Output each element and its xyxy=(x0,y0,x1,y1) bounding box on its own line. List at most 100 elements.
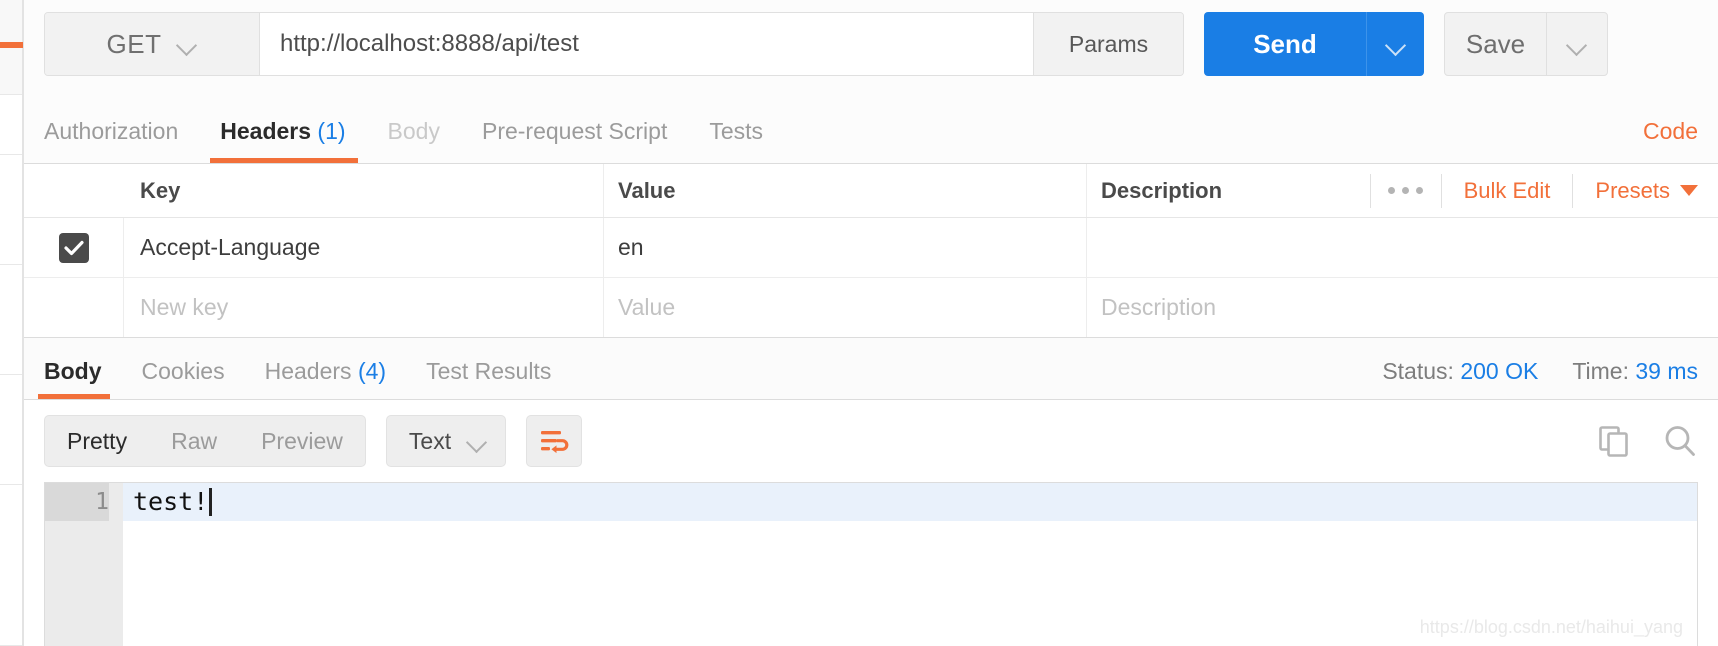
presets-label: Presets xyxy=(1595,178,1670,204)
tab-label: Pre-request Script xyxy=(482,118,667,144)
view-mode-pretty[interactable]: Pretty xyxy=(45,416,149,466)
view-mode-switch: Pretty Raw Preview xyxy=(44,415,366,467)
headers-table-header: Key Value Description Bulk Edit Presets xyxy=(24,164,1718,218)
bulk-edit-button[interactable]: Bulk Edit xyxy=(1442,174,1574,208)
sidebar-row xyxy=(0,155,22,265)
code-line[interactable]: test! xyxy=(123,483,1697,521)
chevron-down-icon xyxy=(177,38,197,50)
sidebar-row xyxy=(0,95,22,155)
column-header-value: Value xyxy=(604,164,1087,217)
response-tabs: Body Cookies Headers (4) Test Results St… xyxy=(24,338,1718,400)
triangle-down-icon xyxy=(1680,185,1698,196)
search-button[interactable] xyxy=(1662,423,1698,459)
view-mode-preview[interactable]: Preview xyxy=(239,416,365,466)
tab-label: Body xyxy=(388,118,440,144)
status-badge[interactable]: 200 OK xyxy=(1460,358,1538,384)
word-wrap-icon xyxy=(539,428,569,454)
headers-table-tools: Bulk Edit Presets xyxy=(1370,164,1718,217)
text-cursor xyxy=(209,488,212,516)
send-button[interactable]: Send xyxy=(1204,12,1366,76)
tab-count: (1) xyxy=(317,118,345,144)
row-value[interactable]: en xyxy=(604,218,1087,277)
table-row-new[interactable]: New key Value Description xyxy=(24,278,1718,338)
new-key-input[interactable]: New key xyxy=(124,278,604,337)
chevron-down-icon xyxy=(1386,38,1406,50)
url-input[interactable]: http://localhost:8888/api/test xyxy=(260,13,1033,75)
method-url-group: GET http://localhost:8888/api/test Param… xyxy=(44,12,1184,76)
tab-label: Body xyxy=(44,358,102,384)
line-number: 1 xyxy=(45,483,109,521)
row-checkbox[interactable] xyxy=(59,233,89,263)
response-body-editor[interactable]: 1 test! https://blog.csdn.net/haihui_yan… xyxy=(44,482,1698,646)
sidebar-row xyxy=(0,375,22,485)
tab-authorization[interactable]: Authorization xyxy=(44,118,178,163)
format-select[interactable]: Text xyxy=(386,415,506,467)
tab-body[interactable]: Body xyxy=(388,118,440,163)
word-wrap-button[interactable] xyxy=(526,415,582,467)
params-button[interactable]: Params xyxy=(1033,13,1183,75)
send-button-group: Send xyxy=(1204,12,1424,76)
row-description[interactable] xyxy=(1087,218,1718,277)
new-description-input[interactable]: Description xyxy=(1087,278,1718,337)
chevron-down-icon xyxy=(1567,38,1587,50)
line-number-gutter: 1 xyxy=(45,483,123,646)
check-icon xyxy=(64,240,84,256)
save-options-button[interactable] xyxy=(1546,13,1607,75)
send-options-button[interactable] xyxy=(1366,12,1424,76)
request-response-pane: GET http://localhost:8888/api/test Param… xyxy=(23,0,1718,646)
code-link[interactable]: Code xyxy=(1643,118,1698,163)
column-header-description: Description xyxy=(1087,164,1370,217)
sidebar-row xyxy=(0,485,22,646)
tab-label: Tests xyxy=(709,118,763,144)
response-tab-headers[interactable]: Headers (4) xyxy=(265,358,386,399)
row-key[interactable]: Accept-Language xyxy=(124,218,604,277)
save-button[interactable]: Save xyxy=(1445,13,1546,75)
dot xyxy=(1388,187,1395,194)
code-area[interactable]: test! xyxy=(123,483,1697,646)
tab-tests[interactable]: Tests xyxy=(709,118,763,163)
save-button-group: Save xyxy=(1444,12,1608,76)
response-tab-body[interactable]: Body xyxy=(44,358,102,399)
response-tab-cookies[interactable]: Cookies xyxy=(142,358,225,399)
column-header-key: Key xyxy=(124,164,604,217)
dot xyxy=(1416,187,1423,194)
response-meta: Status: 200 OK Time: 39 ms xyxy=(1382,358,1698,399)
http-method-selector[interactable]: GET xyxy=(45,13,260,75)
tab-count: (4) xyxy=(358,358,386,384)
sidebar-stub xyxy=(0,0,23,646)
status-label: Status: xyxy=(1382,358,1454,384)
format-select-label: Text xyxy=(409,428,451,455)
table-row[interactable]: Accept-Language en xyxy=(24,218,1718,278)
tab-pre-request-script[interactable]: Pre-request Script xyxy=(482,118,667,163)
headers-table: Key Value Description Bulk Edit Presets xyxy=(24,164,1718,338)
copy-button[interactable] xyxy=(1596,423,1632,459)
search-icon xyxy=(1662,423,1698,459)
code-line-text: test! xyxy=(133,483,208,521)
tab-label: Test Results xyxy=(426,358,551,384)
sidebar-rows xyxy=(0,0,22,646)
tab-label: Headers xyxy=(265,358,352,384)
row-checkbox-cell xyxy=(24,218,124,277)
new-value-input[interactable]: Value xyxy=(604,278,1087,337)
presets-button[interactable]: Presets xyxy=(1573,178,1718,204)
time-value[interactable]: 39 ms xyxy=(1635,358,1698,384)
http-method-label: GET xyxy=(107,29,162,60)
tab-headers[interactable]: Headers (1) xyxy=(220,118,345,163)
copy-icon xyxy=(1596,423,1632,459)
status-group: Status: 200 OK xyxy=(1382,358,1538,385)
dot xyxy=(1402,187,1409,194)
tab-label: Authorization xyxy=(44,118,178,144)
more-options-icon[interactable] xyxy=(1370,174,1442,208)
response-body-toolbar: Pretty Raw Preview Text xyxy=(24,400,1718,482)
tab-label: Headers xyxy=(220,118,311,144)
time-label: Time: xyxy=(1572,358,1629,384)
time-group: Time: 39 ms xyxy=(1572,358,1698,385)
request-tabs: Authorization Headers (1) Body Pre-reque… xyxy=(24,96,1718,164)
url-bar: GET http://localhost:8888/api/test Param… xyxy=(24,0,1718,96)
postman-window: GET http://localhost:8888/api/test Param… xyxy=(0,0,1718,646)
view-mode-raw[interactable]: Raw xyxy=(149,416,239,466)
sidebar-row xyxy=(0,265,22,375)
header-check-column xyxy=(24,164,124,217)
response-tab-test-results[interactable]: Test Results xyxy=(426,358,551,399)
tab-label: Cookies xyxy=(142,358,225,384)
